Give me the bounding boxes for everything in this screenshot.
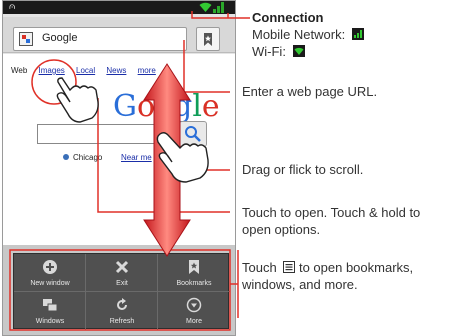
menu-item-label: Bookmarks [176,280,212,287]
menu-item-label: More [186,318,202,325]
options-menu: New window Exit Bookmarks Windows Refres… [3,245,235,335]
touch-callout-line-1: Touch to open. Touch & hold to [242,205,421,220]
wifi-icon [199,2,212,12]
wifi-text: Wi-Fi: [252,44,286,59]
nav-link-more[interactable]: more [138,66,156,75]
nav-link-images[interactable]: Images [39,66,65,75]
menu-item-exit[interactable]: Exit [86,254,158,292]
menu-item-label: Refresh [109,318,135,325]
search-icon [185,126,201,142]
url-callout: Enter a web page URL. [242,84,378,99]
google-favicon [19,32,33,46]
location-dot-icon [63,154,69,160]
signal-icon [213,2,224,13]
menu-item-bookmarks[interactable]: Bookmarks [158,254,230,292]
near-me-link[interactable]: Near me [121,153,152,162]
menu-key-icon [283,261,296,273]
new-window-icon [43,260,57,274]
menu-item-label: Windows [35,318,65,325]
mobile-network-text: Mobile Network: [252,27,346,42]
refresh-icon [117,298,127,310]
url-text: Google [42,32,78,44]
menu-callout-post: to open bookmarks, [298,260,414,275]
bookmark-icon [204,33,212,46]
search-input[interactable] [37,124,165,144]
menu-item-label: Exit [116,280,128,287]
menu-item-refresh[interactable]: Refresh [86,292,158,330]
menu-item-more[interactable]: More [158,292,230,330]
windows-icon [43,299,58,312]
location-label: Chicago [63,153,102,162]
bookmark-button[interactable] [196,27,220,51]
wifi-icon [292,45,305,57]
wifi-label: Wi-Fi: [252,44,305,60]
menu-callout-line-2: windows, and more. [242,277,358,292]
more-icon [186,297,202,313]
phone-screen: ⩀ Google Web Images Local News more Goog… [2,0,236,336]
nav-link-local[interactable]: Local [76,66,95,75]
menu-callout-line-1: Touch to open bookmarks, [242,260,413,276]
google-nav: Web Images Local News more [11,66,165,75]
scroll-callout: Drag or flick to scroll. [242,162,364,177]
url-field[interactable]: Google [13,27,187,51]
menu-item-new-window[interactable]: New window [14,254,86,292]
url-bar: Google [3,17,235,53]
search-button[interactable] [179,121,207,147]
menu-callout-pre: Touch [242,260,277,275]
touch-callout-line-2: open options. [242,222,321,237]
menu-item-label: New window [30,280,70,287]
status-bar: ⩀ [3,1,235,14]
signal-icon [351,28,364,40]
bookmarks-icon [189,260,199,274]
menu-grid: New window Exit Bookmarks Windows Refres… [13,253,230,330]
nav-link-web[interactable]: Web [11,66,27,75]
google-logo: Google [113,89,220,124]
voicemail-icon: ⩀ [9,2,16,12]
connection-title: Connection [252,10,324,25]
web-page[interactable]: Web Images Local News more Google Chicag… [3,54,235,245]
exit-icon [115,260,129,274]
mobile-network-label: Mobile Network: [252,27,364,43]
menu-item-windows[interactable]: Windows [14,292,86,330]
location-text: Chicago [73,153,103,162]
nav-link-news[interactable]: News [106,66,126,75]
